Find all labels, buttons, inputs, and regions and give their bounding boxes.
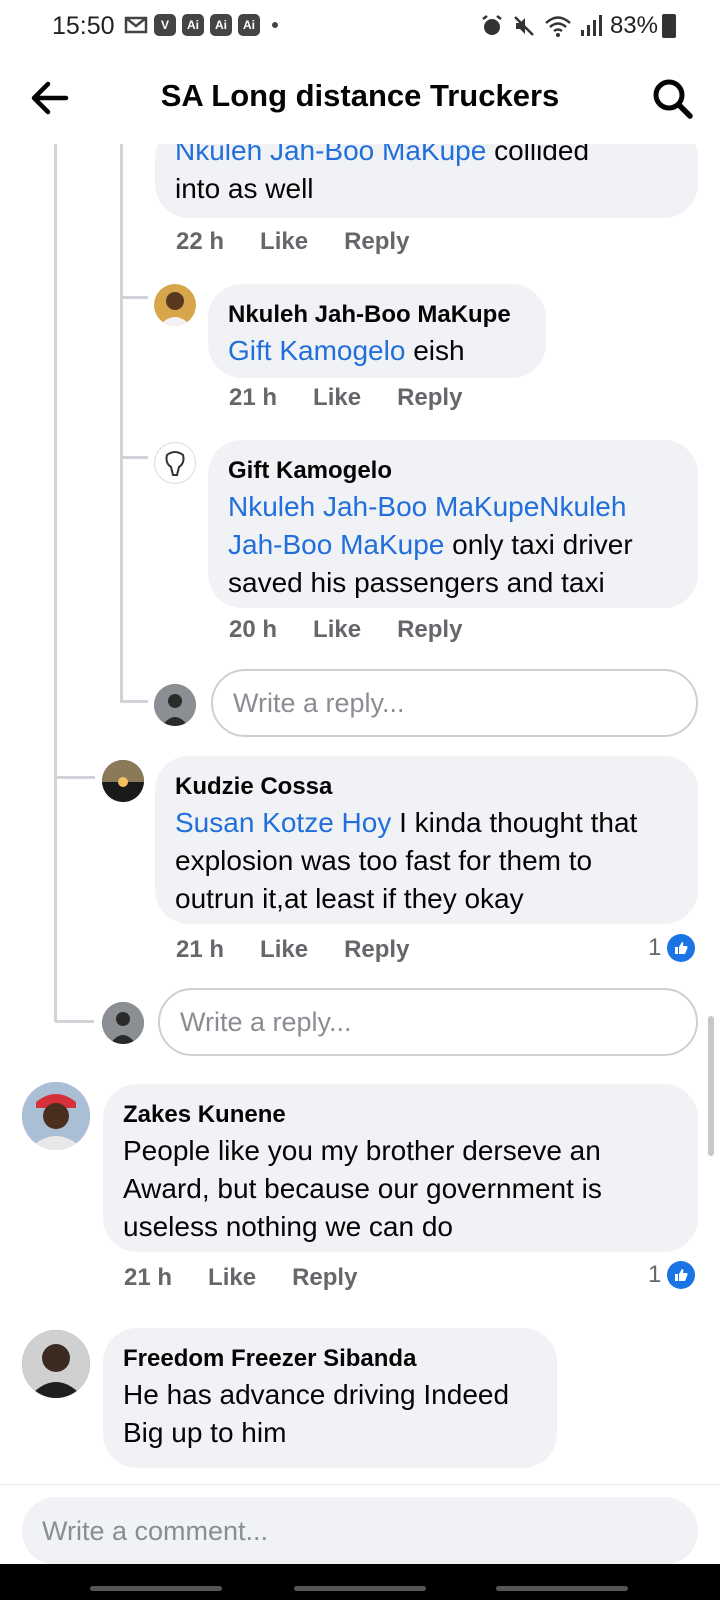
comment-text: explosion was too fast for them to bbox=[175, 845, 593, 876]
comment-author[interactable]: Kudzie Cossa bbox=[175, 770, 678, 804]
comment-author[interactable]: Freedom Freezer Sibanda bbox=[123, 1342, 537, 1376]
thread-connector bbox=[120, 456, 148, 459]
comment-text: Award, but because our government is bbox=[123, 1173, 602, 1204]
comment-actions: 22 h Like Reply bbox=[176, 228, 409, 256]
reply-button[interactable]: Reply bbox=[397, 616, 462, 644]
comment-bubble[interactable]: Freedom Freezer Sibanda He has advance d… bbox=[103, 1328, 557, 1468]
notification-icons: V Ai Ai Ai bbox=[124, 14, 278, 36]
comment-text: Big up to him bbox=[123, 1417, 287, 1448]
reply-button[interactable]: Reply bbox=[344, 936, 409, 964]
status-bar: 15:50 V Ai Ai Ai 83% bbox=[0, 0, 720, 52]
reply-input[interactable]: Write a reply... bbox=[211, 669, 698, 737]
reply-input[interactable]: Write a reply... bbox=[158, 988, 698, 1056]
nav-recents[interactable] bbox=[90, 1586, 222, 1591]
thread-connector bbox=[57, 776, 95, 779]
alarm-icon bbox=[482, 15, 502, 35]
thread-line-inner bbox=[120, 144, 123, 702]
comment-bubble[interactable]: Nkuleh Jah-Boo MaKupe collided into as w… bbox=[155, 144, 698, 218]
avatar[interactable] bbox=[22, 1330, 90, 1398]
comment-text: outrun it,at least if they okay bbox=[175, 883, 524, 914]
comment-actions: 21 h Like Reply bbox=[229, 384, 462, 412]
comment-time: 21 h bbox=[124, 1264, 173, 1291]
comment-bubble[interactable]: Zakes Kunene People like you my brother … bbox=[103, 1084, 698, 1252]
nav-back[interactable] bbox=[496, 1586, 628, 1591]
gmail-icon bbox=[124, 16, 148, 34]
mute-icon bbox=[514, 16, 534, 36]
ai-app-icon: Ai bbox=[182, 14, 204, 36]
comment-text: eish bbox=[405, 335, 465, 366]
comment-text: saved his passengers and taxi bbox=[228, 567, 605, 598]
thread-connector bbox=[54, 1020, 94, 1023]
system-icons: 83% bbox=[480, 12, 658, 40]
battery-percent: 83% bbox=[609, 12, 658, 39]
like-reaction-icon bbox=[667, 1261, 696, 1289]
like-button[interactable]: Like bbox=[313, 616, 361, 644]
like-button[interactable]: Like bbox=[260, 936, 308, 964]
mention-link[interactable]: Jah-Boo MaKupe bbox=[228, 529, 444, 560]
mention-link[interactable]: Nkuleh Jah-Boo MaKupeNkuleh bbox=[228, 491, 626, 522]
status-time: 15:50 bbox=[52, 12, 115, 40]
battery-icon bbox=[662, 14, 676, 38]
comment-composer-bar: Write a comment... bbox=[0, 1484, 720, 1565]
avatar[interactable] bbox=[102, 760, 144, 802]
mention-link[interactable]: Gift Kamogelo bbox=[228, 335, 405, 366]
nav-home[interactable] bbox=[294, 1586, 426, 1591]
comment-author[interactable]: Zakes Kunene bbox=[123, 1098, 678, 1132]
thread-line-outer bbox=[54, 144, 57, 1022]
search-icon[interactable] bbox=[648, 74, 696, 122]
comment-actions: 20 h Like Reply bbox=[229, 616, 462, 644]
mention-link[interactable]: Nkuleh Jah-Boo MaKupe bbox=[175, 144, 486, 166]
user-avatar bbox=[102, 1002, 144, 1044]
app-header: SA Long distance Truckers bbox=[0, 52, 720, 144]
mention-link[interactable]: Susan Kotze Hoy bbox=[175, 807, 391, 838]
reply-button[interactable]: Reply bbox=[292, 1264, 357, 1292]
comment-text: He has advance driving Indeed bbox=[123, 1379, 510, 1410]
avatar[interactable] bbox=[154, 442, 196, 484]
v-app-icon: V bbox=[154, 14, 176, 36]
avatar[interactable] bbox=[154, 284, 196, 326]
comment-time: 22 h bbox=[176, 228, 225, 255]
reaction-number: 1 bbox=[648, 934, 662, 961]
comment-text: I kinda thought that bbox=[391, 807, 638, 838]
comment-text: collided bbox=[486, 144, 590, 166]
wifi-icon bbox=[545, 16, 571, 37]
signal-icon bbox=[580, 15, 602, 36]
reaction-number: 1 bbox=[648, 1261, 662, 1288]
scrollbar[interactable] bbox=[708, 1016, 714, 1156]
like-button[interactable]: Like bbox=[260, 228, 308, 256]
avatar[interactable] bbox=[22, 1082, 90, 1150]
comment-input[interactable]: Write a comment... bbox=[22, 1497, 698, 1565]
reaction-count[interactable]: 1 bbox=[648, 1261, 696, 1289]
comment-time: 20 h bbox=[229, 616, 278, 643]
comment-text: only taxi driver bbox=[444, 529, 633, 560]
comment-bubble[interactable]: Gift Kamogelo Nkuleh Jah-Boo MaKupeNkule… bbox=[208, 440, 698, 608]
page-title: SA Long distance Truckers bbox=[160, 78, 560, 113]
comment-actions: 21 h Like Reply bbox=[124, 1264, 357, 1292]
reply-button[interactable]: Reply bbox=[397, 384, 462, 412]
comment-bubble[interactable]: Nkuleh Jah-Boo MaKupe Gift Kamogelo eish bbox=[208, 284, 546, 378]
comment-text: into as well bbox=[175, 173, 314, 204]
reply-button[interactable]: Reply bbox=[344, 228, 409, 256]
like-button[interactable]: Like bbox=[313, 384, 361, 412]
system-nav-bar bbox=[0, 1564, 720, 1600]
more-notifications-dot bbox=[272, 22, 278, 28]
comment-author[interactable]: Gift Kamogelo bbox=[228, 454, 678, 488]
comment-text: People like you my brother derseve an bbox=[123, 1135, 601, 1166]
user-avatar bbox=[154, 684, 196, 726]
thread-connector bbox=[120, 296, 148, 299]
thread-connector bbox=[120, 700, 148, 703]
ai-app-icon: Ai bbox=[210, 14, 232, 36]
reaction-count[interactable]: 1 bbox=[648, 934, 696, 962]
comment-bubble[interactable]: Kudzie Cossa Susan Kotze Hoy I kinda tho… bbox=[155, 756, 698, 924]
ai-app-icon: Ai bbox=[238, 14, 260, 36]
comment-time: 21 h bbox=[176, 936, 225, 963]
comment-actions: 21 h Like Reply bbox=[176, 936, 409, 964]
like-reaction-icon bbox=[667, 934, 696, 962]
comment-text: useless nothing we can do bbox=[123, 1211, 453, 1242]
like-button[interactable]: Like bbox=[208, 1264, 256, 1292]
comment-author[interactable]: Nkuleh Jah-Boo MaKupe bbox=[228, 298, 526, 332]
comment-thread: Nkuleh Jah-Boo MaKupe collided into as w… bbox=[0, 144, 720, 1484]
comment-time: 21 h bbox=[229, 384, 278, 411]
